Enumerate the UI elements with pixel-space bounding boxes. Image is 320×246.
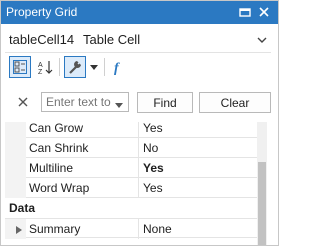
- find-button[interactable]: Find: [137, 92, 193, 113]
- property-value[interactable]: Yes: [143, 161, 164, 175]
- property-value[interactable]: None: [143, 222, 172, 236]
- categorized-view-icon[interactable]: [9, 56, 31, 78]
- column-separator: [138, 219, 139, 239]
- row-gutter: [5, 138, 26, 158]
- object-type: Table Cell: [83, 32, 141, 47]
- search-row: Find Clear: [0, 88, 278, 120]
- property-label: Summary: [29, 222, 81, 236]
- row-gutter: [5, 178, 26, 198]
- property-row-can-grow[interactable]: Can Grow Yes: [5, 122, 257, 138]
- property-label: Can Shrink: [29, 141, 89, 155]
- property-row-multiline[interactable]: Multiline Yes: [5, 158, 257, 178]
- vertical-scrollbar[interactable]: [257, 122, 267, 245]
- svg-text:f: f: [114, 61, 120, 75]
- expressions-icon[interactable]: f: [108, 56, 130, 78]
- column-separator: [138, 178, 139, 198]
- clear-button[interactable]: Clear: [199, 92, 271, 113]
- svg-text:Z: Z: [38, 69, 43, 75]
- column-separator: [138, 158, 139, 178]
- pin-icon[interactable]: [236, 3, 254, 21]
- search-box[interactable]: [41, 92, 129, 112]
- dropdown-arrow-icon[interactable]: [87, 56, 101, 78]
- category-header-data[interactable]: Data: [5, 198, 257, 218]
- close-icon[interactable]: [255, 3, 273, 21]
- search-dropdown-icon[interactable]: [115, 98, 123, 112]
- svg-text:A: A: [38, 62, 43, 69]
- toolbar-separator: [104, 58, 105, 76]
- window-title: Property Grid: [6, 5, 78, 19]
- column-separator: [138, 138, 139, 158]
- property-row-summary[interactable]: Summary None: [5, 218, 257, 239]
- property-value[interactable]: Yes: [143, 122, 163, 135]
- alphabetical-sort-icon[interactable]: AZ: [34, 56, 56, 78]
- row-gutter: [5, 158, 26, 178]
- toolbar: AZ f: [0, 54, 278, 84]
- property-value[interactable]: Yes: [143, 181, 163, 195]
- row-gutter: [5, 122, 26, 138]
- property-label: Word Wrap: [29, 181, 90, 195]
- property-row-can-shrink[interactable]: Can Shrink No: [5, 138, 257, 158]
- expand-icon[interactable]: [15, 224, 23, 238]
- column-separator: [138, 122, 139, 138]
- category-label: Data: [9, 201, 36, 215]
- property-row-word-wrap[interactable]: Word Wrap Yes: [5, 178, 257, 198]
- title-bar: Property Grid: [0, 0, 278, 24]
- dropdown-arrow-icon[interactable]: [257, 34, 267, 48]
- object-selector[interactable]: tableCell14 Table Cell: [5, 28, 271, 53]
- search-input[interactable]: [46, 94, 112, 110]
- property-grid: Can Grow Yes Can Shrink No Multiline Yes…: [5, 122, 271, 245]
- clear-search-icon[interactable]: [18, 96, 28, 110]
- properties-icon[interactable]: [64, 56, 86, 78]
- scrollbar-thumb[interactable]: [258, 162, 266, 245]
- toolbar-separator: [59, 58, 60, 76]
- property-label: Multiline: [29, 161, 74, 175]
- property-label: Can Grow: [29, 122, 84, 135]
- property-value[interactable]: No: [143, 141, 158, 155]
- object-name: tableCell14: [9, 32, 75, 47]
